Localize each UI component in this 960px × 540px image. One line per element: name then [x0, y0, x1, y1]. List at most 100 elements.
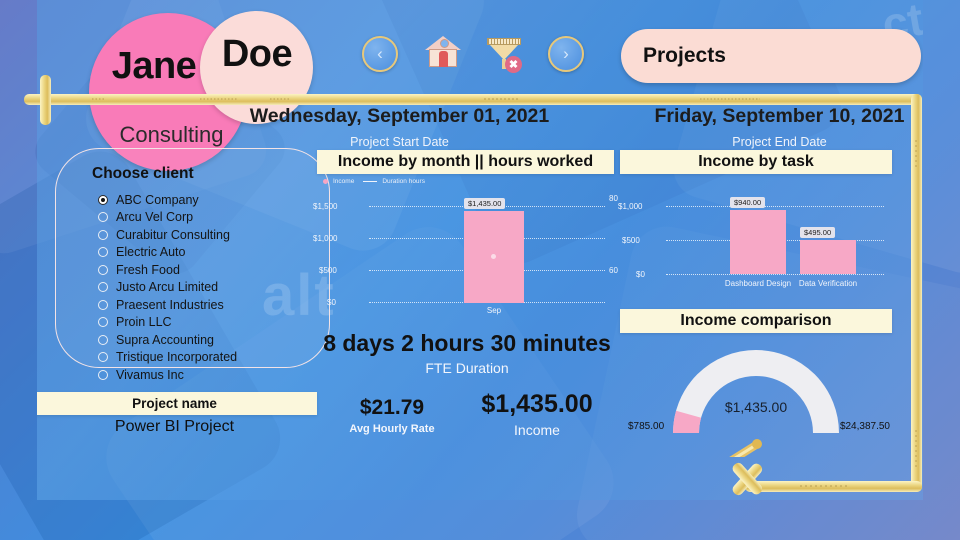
funnel-clear-icon: ✖	[486, 36, 522, 73]
income-comparison-title-text: Income comparison	[680, 312, 832, 329]
radio-button-icon[interactable]	[98, 212, 108, 222]
slicer-item-label: Vivamus Inc	[116, 367, 184, 382]
chevron-right-icon: ›	[548, 36, 584, 72]
avg-hourly-rate-label: Avg Hourly Rate	[349, 423, 435, 435]
income-by-month-title: Income by month || hours worked	[317, 150, 614, 174]
radio-button-icon[interactable]	[98, 194, 108, 205]
gauge-track	[673, 350, 839, 434]
dashboard-root: alt ctrl Jane Doe Consulting ‹ ✖ › Proje…	[0, 0, 960, 540]
fte-duration-card: 8 days 2 hours 30 minutes FTE Duration	[322, 330, 612, 376]
avg-hourly-rate-value: $21.79	[359, 396, 425, 419]
y2-axis-tick: 80	[609, 194, 618, 203]
radio-button-icon[interactable]	[98, 282, 108, 292]
radio-button-icon[interactable]	[98, 334, 108, 345]
radio-button-icon[interactable]	[98, 247, 108, 257]
slicer-item-label: ABC Company	[116, 192, 199, 207]
forward-button[interactable]: ›	[548, 36, 586, 74]
project-start-date-value: Wednesday, September 01, 2021	[249, 105, 550, 127]
legend-marker-duration	[363, 180, 378, 183]
y-axis-tick: $1,000	[313, 234, 338, 243]
slicer-item[interactable]: Justo Arcu Limited	[98, 279, 329, 296]
project-end-date-label: Project End Date	[732, 135, 827, 149]
slicer-item-label: Justo Arcu Limited	[116, 280, 219, 294]
radio-button-icon[interactable]	[98, 369, 108, 380]
chevron-left-icon: ‹	[362, 36, 398, 72]
gauge-needle	[720, 439, 762, 469]
avg-hourly-rate-card: $21.79 Avg Hourly Rate	[322, 396, 462, 435]
slicer-item-label: Electric Auto	[116, 245, 186, 259]
gridline	[666, 206, 884, 207]
legend-label-income: Income	[333, 178, 355, 185]
home-icon	[424, 36, 462, 70]
income-label: Income	[514, 422, 560, 438]
radio-button-icon[interactable]	[98, 229, 108, 240]
income-comparison-gauge[interactable]: $1,435.00 $785.00 $24,387.50	[620, 337, 892, 469]
page-title: Projects	[621, 29, 921, 83]
y-axis-tick: $1,500	[313, 202, 338, 211]
clear-filters-button[interactable]: ✖	[486, 36, 524, 74]
y-axis-tick: $500	[319, 266, 337, 275]
radio-button-icon[interactable]	[98, 264, 108, 275]
slicer-item-label: Proin LLC	[116, 315, 172, 329]
income-by-month-chart[interactable]: Income Duration hours $0 $500 $1,000 $1,…	[313, 178, 618, 315]
y-axis-tick: $0	[327, 298, 336, 307]
radio-button-icon[interactable]	[98, 352, 108, 362]
slicer-item[interactable]: Fresh Food	[98, 261, 329, 278]
project-name-value: Power BI Project	[114, 418, 235, 435]
slicer-item-label: Tristique Incorporated	[116, 350, 238, 364]
income-by-month-title-text: Income by month || hours worked	[337, 153, 594, 170]
gauge-fill	[673, 410, 702, 434]
x-axis-tick: Dashboard Design	[724, 279, 792, 288]
gauge-graphic	[673, 350, 839, 469]
slicer-item[interactable]: Supra Accounting	[98, 331, 329, 348]
project-name-header: Project name	[37, 392, 317, 415]
project-end-date-card: Friday, September 10, 2021 Project End D…	[607, 105, 923, 149]
navigation-bar: ‹ ✖ ›	[362, 36, 586, 74]
fte-duration-label: FTE Duration	[425, 360, 509, 376]
bar-dashboard-design[interactable]	[730, 210, 786, 274]
radio-button-icon[interactable]	[98, 299, 108, 310]
project-start-date-label: Project Start Date	[350, 135, 449, 149]
bar-value-label: $1,435.00	[464, 198, 506, 209]
income-value: $1,435.00	[481, 390, 593, 418]
slicer-item[interactable]: ABC Company	[98, 191, 329, 208]
income-card: $1,435.00 Income	[457, 390, 617, 438]
chart-legend: Income Duration hours	[323, 178, 425, 185]
bar-data-verification[interactable]	[800, 240, 856, 274]
client-slicer-list: ABC Company Arcu Vel Corp Curabitur Consul…	[98, 191, 329, 383]
fte-duration-value: 8 days 2 hours 30 minutes	[323, 330, 611, 356]
home-button[interactable]	[424, 36, 462, 74]
project-end-date-value: Friday, September 10, 2021	[654, 105, 905, 127]
income-comparison-title: Income comparison	[620, 309, 892, 333]
slicer-item[interactable]: Praesent Industries	[98, 296, 329, 313]
slicer-item-label: Arcu Vel Corp	[116, 210, 194, 224]
page-title-text: Projects	[643, 44, 726, 67]
report-canvas: alt ctrl Jane Doe Consulting ‹ ✖ › Proje…	[37, 0, 923, 500]
back-button[interactable]: ‹	[362, 36, 400, 74]
slicer-item[interactable]: Tristique Incorporated	[98, 349, 329, 366]
slicer-item[interactable]: Proin LLC	[98, 314, 329, 331]
income-by-task-title: Income by task	[620, 150, 892, 174]
client-slicer[interactable]: Choose client ABC Company Arcu Vel Corp Cu…	[55, 148, 330, 382]
y-axis-tick: $500	[622, 236, 640, 245]
y2-axis-tick: 60	[609, 266, 618, 275]
line-marker-duration	[491, 254, 496, 259]
slicer-item[interactable]: Curabitur Consulting	[98, 226, 329, 243]
slicer-item-label: Supra Accounting	[116, 332, 214, 347]
logo-first-name: Jane	[111, 45, 197, 87]
legend-label-duration: Duration hours	[382, 178, 425, 185]
gauge-value: $1,435.00	[724, 399, 788, 415]
bar-value-label: $940.00	[730, 197, 766, 208]
slicer-item-label: Fresh Food	[116, 262, 180, 277]
bar-value-label: $495.00	[800, 227, 836, 238]
project-name-label: Project name	[132, 396, 217, 411]
income-by-task-chart[interactable]: $0 $500 $1,000 $940.00 Dashboard Design …	[618, 178, 892, 303]
income-by-task-title-text: Income by task	[698, 153, 814, 170]
radio-button-icon[interactable]	[98, 317, 108, 327]
slicer-item[interactable]: Arcu Vel Corp	[98, 209, 329, 226]
slicer-item[interactable]: Vivamus Inc	[98, 366, 329, 383]
gridline	[666, 274, 884, 275]
slicer-item[interactable]: Electric Auto	[98, 244, 329, 261]
slicer-item-label: Praesent Industries	[116, 297, 224, 312]
gauge-min-label: $785.00	[628, 421, 665, 432]
